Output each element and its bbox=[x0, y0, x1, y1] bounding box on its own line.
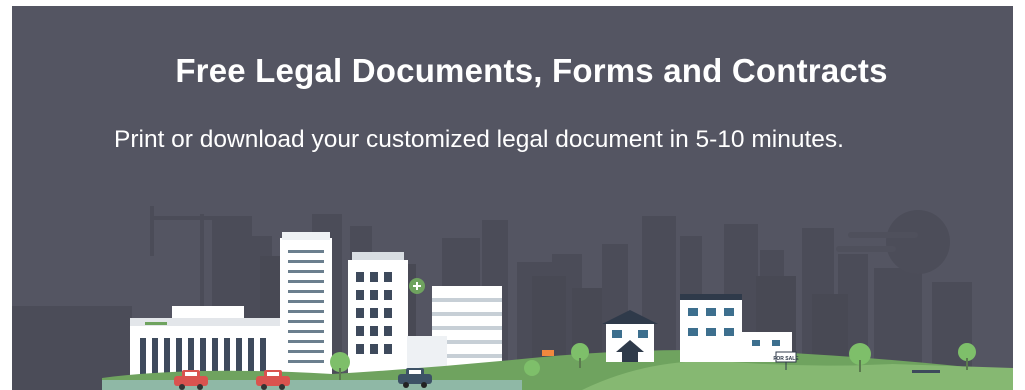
page-subtitle: Print or download your customized legal … bbox=[114, 126, 844, 153]
apartment-building bbox=[348, 252, 408, 390]
page-title: Free Legal Documents, Forms and Contract… bbox=[175, 52, 888, 89]
house-right bbox=[680, 294, 742, 362]
tower-building bbox=[280, 232, 332, 390]
road bbox=[102, 380, 522, 390]
bench bbox=[912, 370, 940, 373]
moon-icon bbox=[886, 210, 950, 274]
svg-text:FOR SALE: FOR SALE bbox=[773, 356, 799, 362]
mailbox-icon bbox=[542, 350, 554, 356]
hero-banner: FOR SALE Free Legal Documents, Forms and… bbox=[12, 6, 1013, 390]
